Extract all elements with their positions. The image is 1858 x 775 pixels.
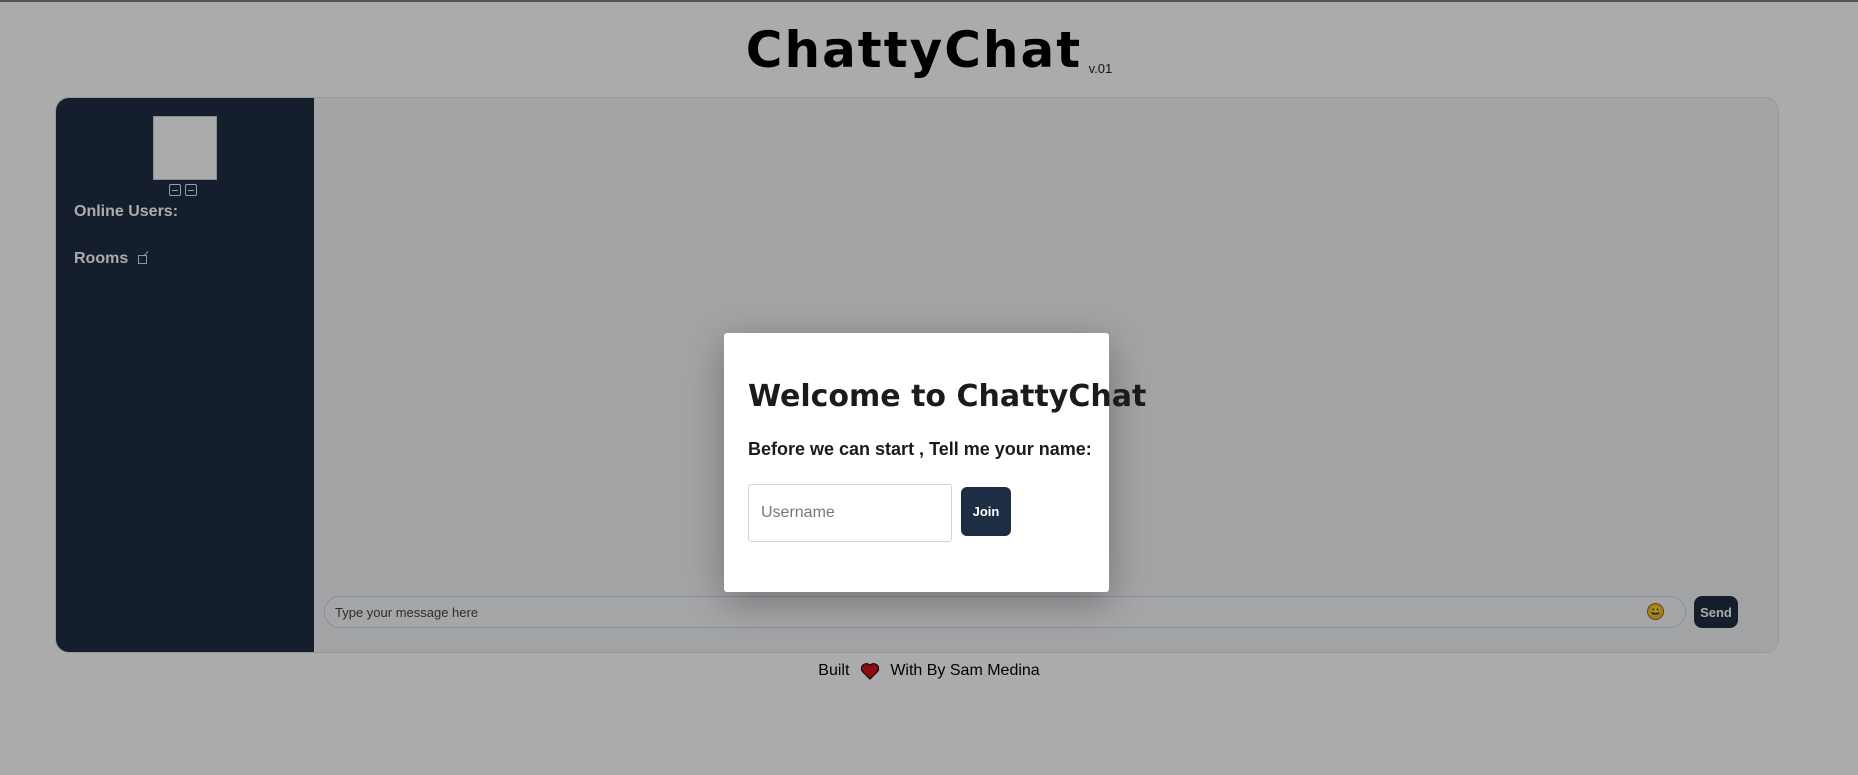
username-input[interactable]: [748, 484, 952, 542]
welcome-modal: Welcome to ChattyChat Before we can star…: [724, 333, 1146, 592]
join-button[interactable]: Join: [961, 487, 1011, 536]
modal-subtitle: Before we can start , Tell me your name:: [748, 439, 1092, 459]
modal-title: Welcome to ChattyChat: [748, 379, 1147, 414]
